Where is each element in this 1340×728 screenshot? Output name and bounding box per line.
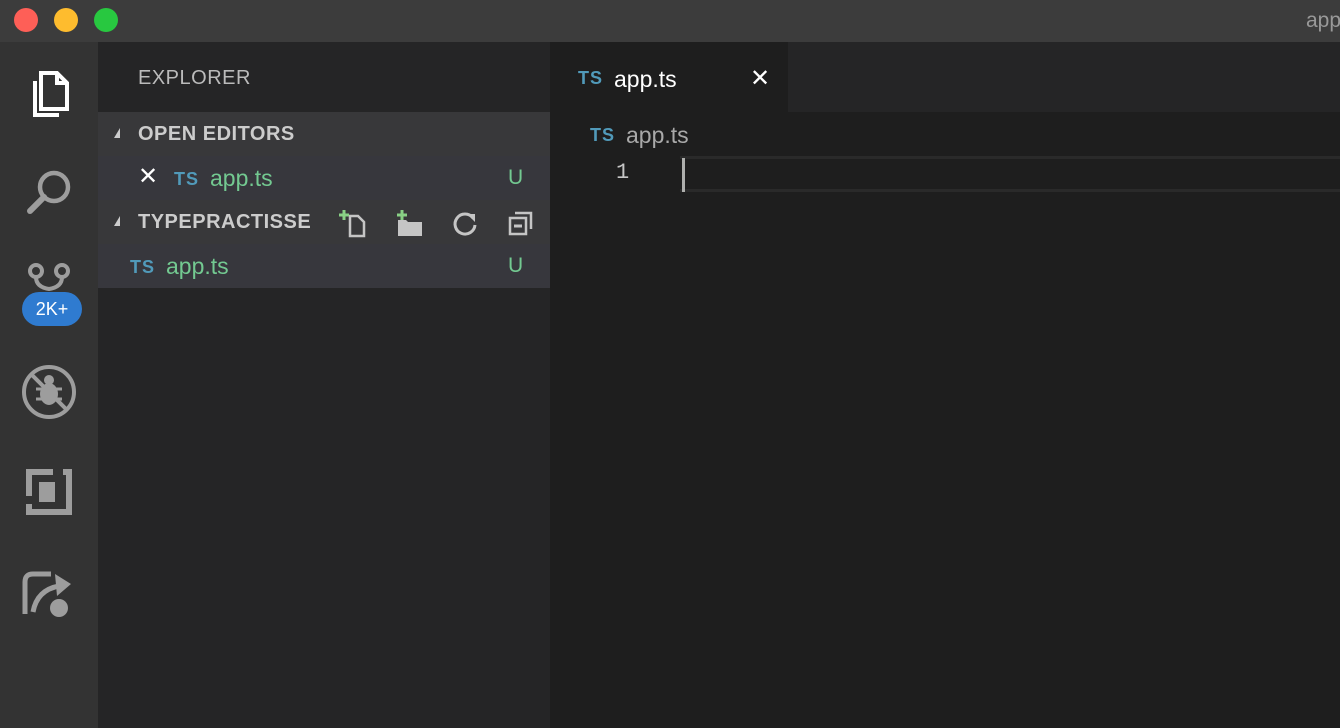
files-icon[interactable] <box>19 64 79 124</box>
remote-share-icon[interactable] <box>19 562 79 622</box>
title-bar: app.ts <box>0 0 1340 42</box>
file-tree-item[interactable]: TS app.ts U <box>98 244 550 288</box>
typescript-file-icon: TS <box>174 169 200 189</box>
window-title: app.ts <box>1306 9 1340 32</box>
activity-bar: 2K+ <box>0 42 98 728</box>
project-folder-header[interactable]: TYPEPRACTISSE <box>98 200 550 244</box>
git-status-badge: U <box>508 166 524 189</box>
typescript-file-icon: TS <box>590 125 616 145</box>
minimize-window-button[interactable] <box>54 8 78 32</box>
maximize-window-button[interactable] <box>94 8 118 32</box>
current-line-highlight <box>680 156 1340 192</box>
line-number: 1 <box>616 160 630 185</box>
git-status-badge: U <box>508 254 524 277</box>
editor-tab-bar: TS app.ts ✕ <box>550 42 1340 112</box>
close-editor-icon[interactable]: ✕ <box>138 162 158 191</box>
extensions-icon[interactable] <box>19 462 79 522</box>
close-window-button[interactable] <box>14 8 38 32</box>
debug-icon[interactable] <box>19 362 79 422</box>
sidebar-title: EXPLORER <box>138 67 251 89</box>
open-editor-item[interactable]: ✕ TS app.ts U <box>98 156 550 200</box>
collapse-triangle-icon <box>114 216 120 226</box>
breadcrumb-label: app.ts <box>626 122 689 148</box>
open-editor-filename: app.ts <box>210 165 273 191</box>
new-file-icon[interactable] <box>338 208 368 238</box>
project-folder-label: TYPEPRACTISSE <box>138 211 312 233</box>
tab-app-ts[interactable]: TS app.ts ✕ <box>550 42 788 112</box>
editor-area: TS app.ts ✕ TS app.ts 1 <box>550 42 1340 728</box>
refresh-icon[interactable] <box>450 208 480 238</box>
tab-label: app.ts <box>614 66 677 92</box>
source-control-badge: 2K+ <box>22 292 82 326</box>
typescript-file-icon: TS <box>130 257 156 277</box>
search-icon[interactable] <box>19 162 79 222</box>
explorer-sidebar: EXPLORER OPEN EDITORS ✕ TS app.ts U TYPE… <box>98 42 550 728</box>
open-editors-header[interactable]: OPEN EDITORS <box>98 112 550 156</box>
new-folder-icon[interactable] <box>394 208 424 238</box>
file-tree-filename: app.ts <box>166 253 229 279</box>
text-cursor[interactable] <box>682 158 685 192</box>
open-editors-label: OPEN EDITORS <box>138 123 295 145</box>
collapse-triangle-icon <box>114 128 120 138</box>
typescript-file-icon: TS <box>578 68 604 88</box>
close-tab-icon[interactable]: ✕ <box>750 64 770 93</box>
collapse-all-icon[interactable] <box>506 208 536 238</box>
